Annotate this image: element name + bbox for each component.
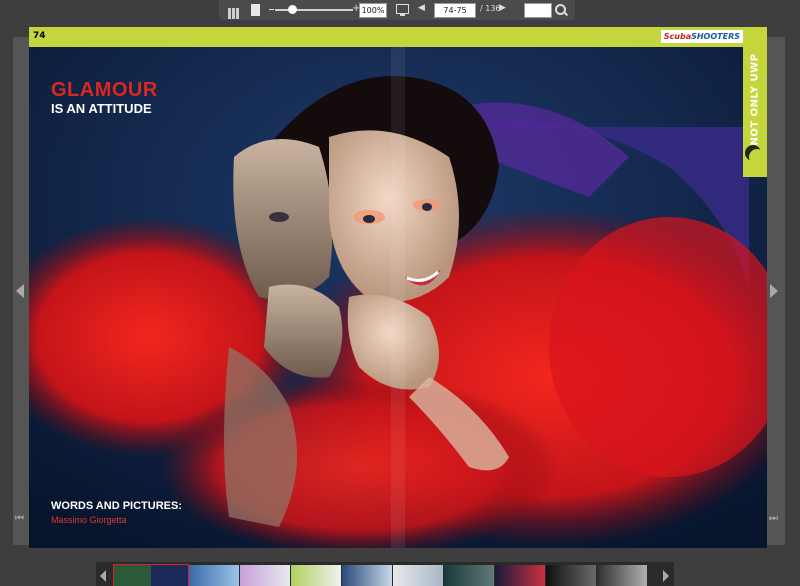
zoom-slider[interactable] [275, 9, 353, 11]
search-icon[interactable] [555, 4, 566, 15]
thumbnails-icon[interactable] [228, 4, 242, 19]
credit-label: WORDS AND PICTURES: [51, 500, 182, 512]
page-number-input[interactable]: 74-75 [434, 3, 476, 18]
thumbnail[interactable] [113, 564, 189, 586]
prev-spread-arrow[interactable] [16, 284, 24, 298]
viewer-toolbar: + 100% ◀ 74-75 / 136 ▶ [219, 0, 575, 20]
thumbnail[interactable] [546, 565, 596, 586]
thumbnail[interactable] [189, 565, 239, 586]
thumbnail[interactable] [291, 565, 341, 586]
single-page-icon[interactable] [251, 4, 260, 16]
thumbnail[interactable] [342, 565, 392, 586]
magazine-spread[interactable]: 74 Scuba SHOOTERS NOT ONLY UWP GLAMOUR I… [29, 27, 767, 548]
article-subheadline: IS AN ATTITUDE [51, 101, 152, 116]
credit-author: Massimo Giorgetta [51, 515, 127, 525]
page-header-bar: 74 Scuba SHOOTERS [29, 27, 767, 47]
next-page-icon[interactable]: ▶ [499, 3, 506, 13]
underwater-portrait-photo [29, 47, 767, 548]
thumbnail[interactable] [444, 565, 494, 586]
search-input[interactable] [524, 3, 552, 18]
page-total: / 136 [480, 4, 501, 13]
zoom-out-icon[interactable] [269, 9, 274, 10]
magazine-logo: Scuba SHOOTERS [660, 30, 743, 43]
article-headline: GLAMOUR [51, 79, 158, 101]
last-page-icon[interactable]: ⏭ [769, 513, 778, 524]
first-page-icon[interactable]: ⏮ [15, 513, 24, 524]
fullscreen-icon[interactable] [396, 4, 409, 16]
page-number: 74 [33, 31, 46, 41]
thumbnails-prev-arrow[interactable] [100, 570, 106, 582]
thumbnail[interactable] [495, 565, 545, 586]
thumbnail[interactable] [240, 565, 290, 586]
side-tab-dots [745, 145, 767, 169]
prev-page-icon[interactable]: ◀ [418, 3, 425, 13]
zoom-slider-handle[interactable] [288, 5, 297, 14]
next-spread-arrow[interactable] [770, 284, 778, 298]
zoom-level-input[interactable]: 100% [359, 3, 387, 18]
thumbnail[interactable] [393, 565, 443, 586]
thumbnail[interactable] [597, 565, 647, 586]
section-side-tab-label: NOT ONLY UWP [749, 52, 761, 146]
thumbnails-next-arrow[interactable] [663, 570, 669, 582]
